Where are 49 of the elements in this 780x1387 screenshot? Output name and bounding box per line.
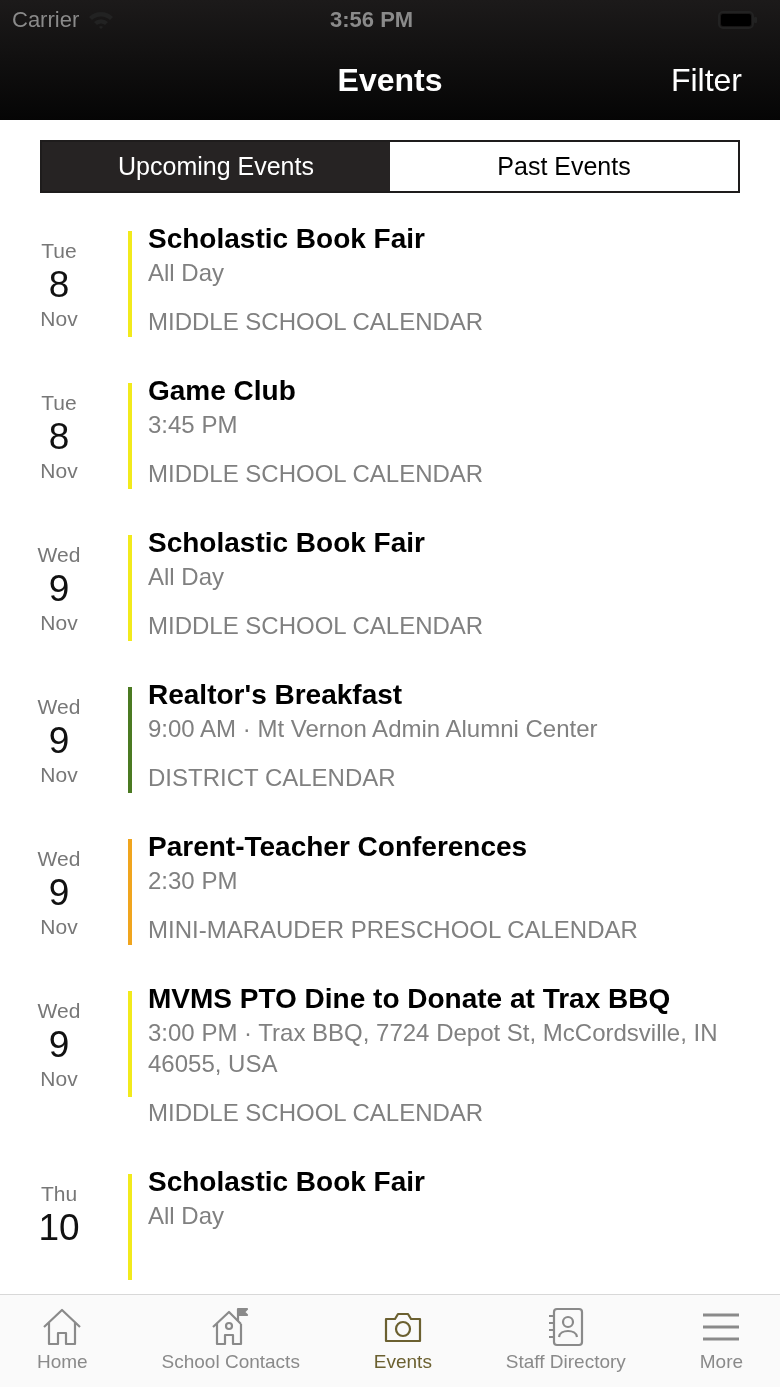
page-title: Events bbox=[337, 61, 443, 99]
event-time: 9:00 AM · Mt Vernon Admin Alumni Center bbox=[148, 714, 599, 744]
battery-icon bbox=[718, 10, 758, 30]
event-time: 3:00 PM · Trax BBQ, 7724 Depot St, McCordsville, IN 46055, USA bbox=[148, 1018, 719, 1079]
weekday-label: Tue bbox=[41, 391, 77, 415]
day-number: 9 bbox=[48, 719, 70, 763]
weekday-label: Wed bbox=[37, 695, 81, 719]
event-time: All Day bbox=[148, 1201, 226, 1231]
day-number: 9 bbox=[48, 871, 70, 915]
event-title[interactable]: Realtor's Breakfast bbox=[148, 679, 750, 711]
calendar-name: MIDDLE SCHOOL CALENDAR bbox=[148, 611, 485, 641]
segment-tab[interactable]: Upcoming Events bbox=[42, 142, 390, 191]
weekday-label: Tue bbox=[41, 239, 77, 263]
day-number: 8 bbox=[48, 415, 70, 459]
event-title[interactable]: Game Club bbox=[148, 375, 750, 407]
month-label: Nov bbox=[40, 915, 78, 939]
event-time: 3:45 PM bbox=[148, 410, 239, 440]
day-number: 10 bbox=[38, 1206, 80, 1250]
weekday-label: Wed bbox=[37, 999, 81, 1023]
day-number: 8 bbox=[48, 263, 70, 307]
calendar-name: DISTRICT CALENDAR bbox=[148, 763, 397, 793]
school-flag-icon bbox=[210, 1307, 251, 1347]
month-label: Nov bbox=[40, 459, 78, 483]
carrier-label: Carrier bbox=[12, 7, 80, 33]
calendar-name: MIDDLE SCHOOL CALENDAR bbox=[148, 459, 485, 489]
event-title[interactable]: Scholastic Book Fair bbox=[148, 527, 750, 559]
day-number: 9 bbox=[48, 1023, 70, 1067]
event-title[interactable]: Parent-Teacher Conferences bbox=[148, 831, 750, 863]
month-label: Nov bbox=[40, 307, 78, 331]
status-time: 3:56 PM bbox=[329, 7, 415, 33]
event-title[interactable]: Scholastic Book Fair bbox=[148, 1166, 750, 1198]
weekday-label: Thu bbox=[40, 1182, 78, 1206]
calendar-name: MIDDLE SCHOOL CALENDAR bbox=[148, 1098, 485, 1128]
tab-item[interactable]: Events bbox=[367, 1295, 438, 1387]
event-title[interactable]: MVMS PTO Dine to Donate at Trax BBQ bbox=[148, 983, 750, 1015]
event-time: All Day bbox=[148, 562, 226, 592]
event-time: 2:30 PM bbox=[148, 866, 239, 896]
home-icon bbox=[42, 1307, 83, 1347]
event-title[interactable]: Scholastic Book Fair bbox=[148, 223, 750, 255]
weekday-label: Wed bbox=[37, 543, 81, 567]
month-label: Nov bbox=[40, 1067, 78, 1091]
month-label: Nov bbox=[40, 763, 78, 787]
calendar-name: MIDDLE SCHOOL CALENDAR bbox=[148, 307, 485, 337]
filter-button[interactable]: Filter bbox=[670, 61, 742, 99]
month-label: Nov bbox=[40, 611, 78, 635]
day-number: 9 bbox=[48, 567, 70, 611]
event-time: All Day bbox=[148, 258, 226, 288]
calendar-name: MINI-MARAUDER PRESCHOOL CALENDAR bbox=[148, 915, 639, 945]
weekday-label: Wed bbox=[37, 847, 81, 871]
